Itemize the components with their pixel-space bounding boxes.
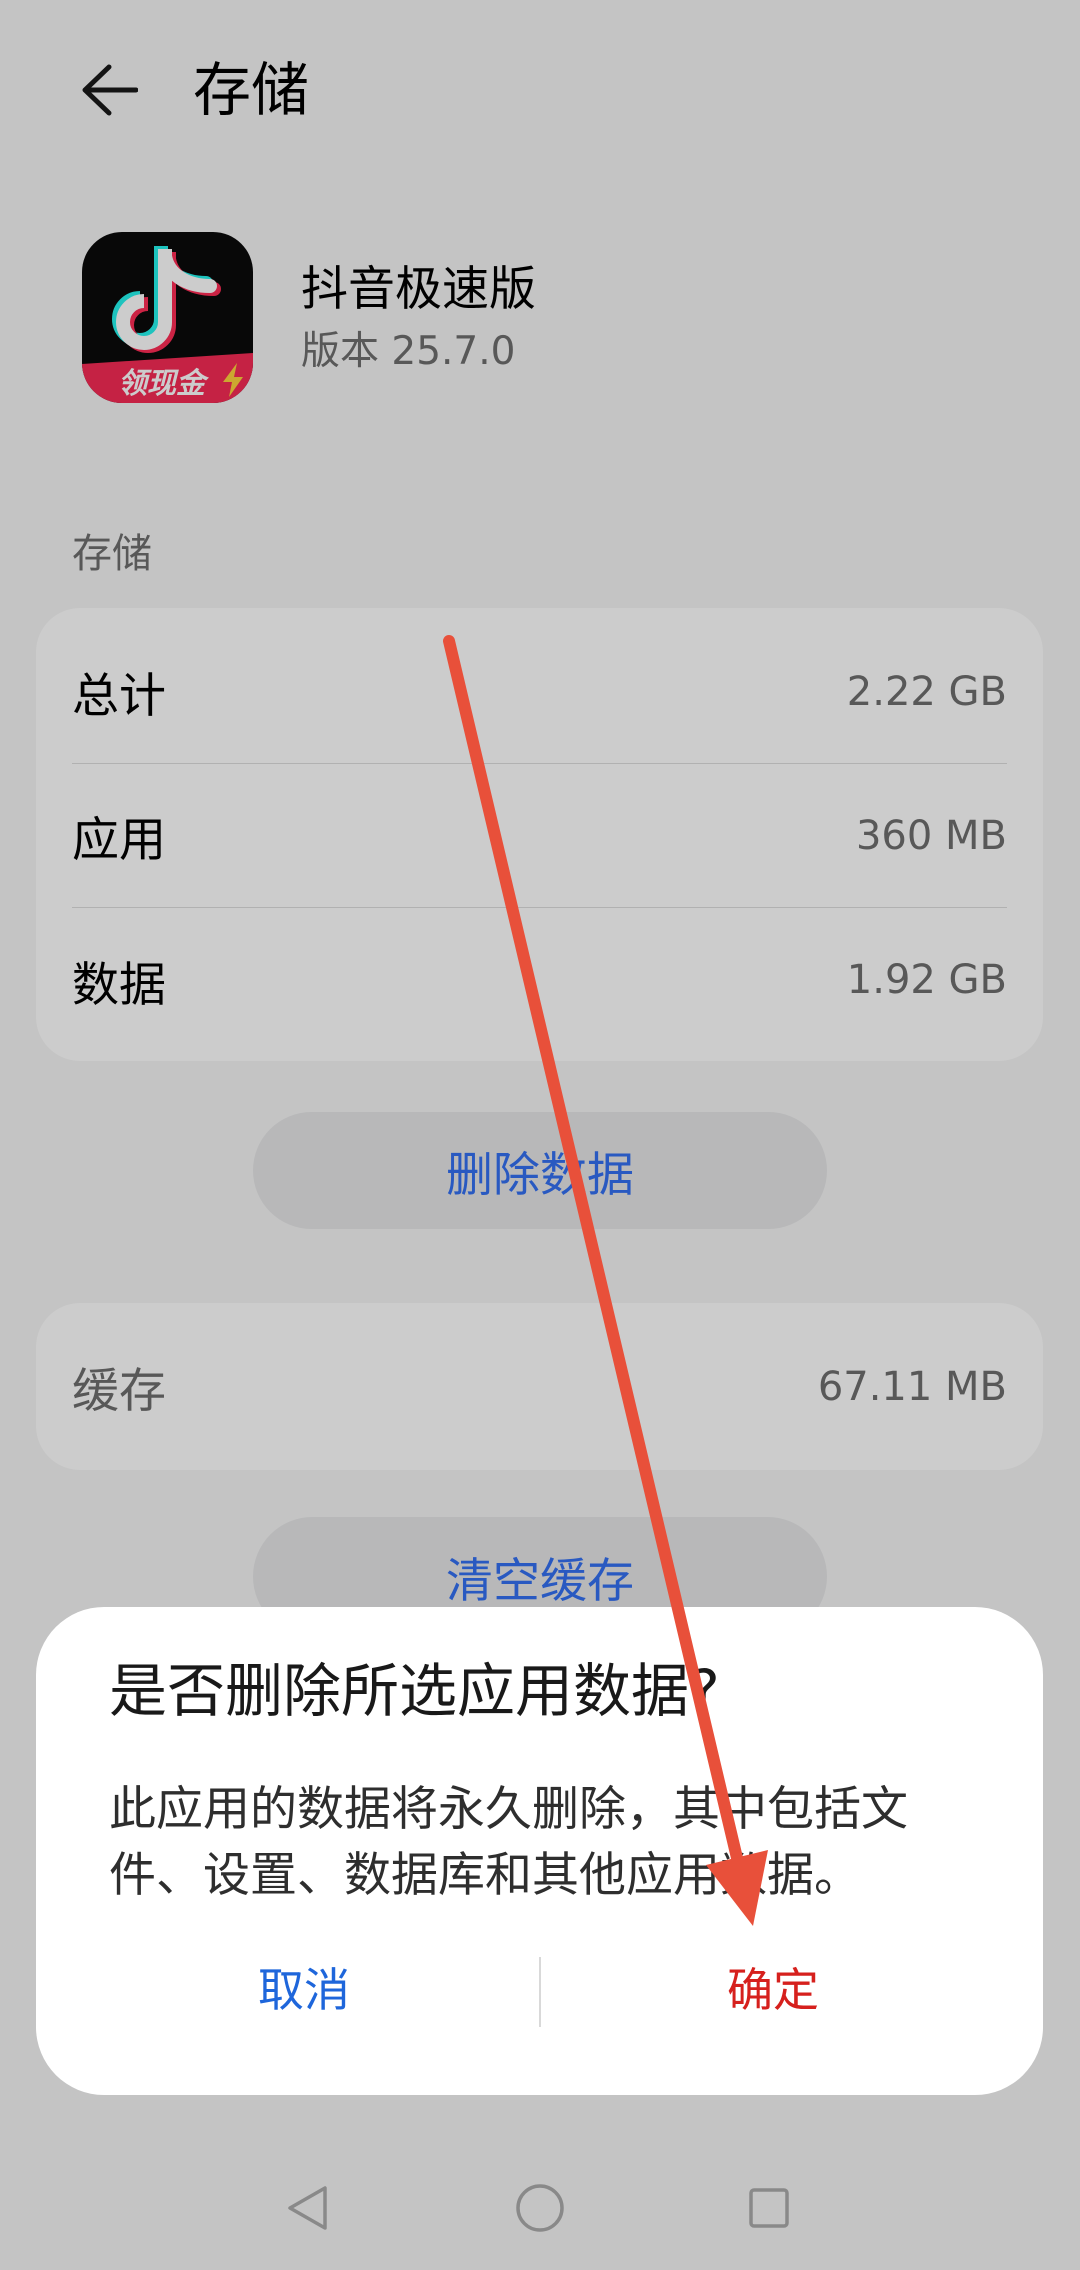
cancel-button[interactable]: 取消 bbox=[72, 1950, 536, 2030]
dialog-title: 是否删除所选应用数据? bbox=[109, 1657, 720, 1725]
delete-data-dialog: 是否删除所选应用数据? 此应用的数据将永久删除，其中包括文件、设置、数据库和其他… bbox=[36, 1607, 1043, 2095]
confirm-button[interactable]: 确定 bbox=[541, 1950, 1005, 2030]
dialog-message: 此应用的数据将永久删除，其中包括文件、设置、数据库和其他应用数据。 bbox=[109, 1782, 908, 1903]
